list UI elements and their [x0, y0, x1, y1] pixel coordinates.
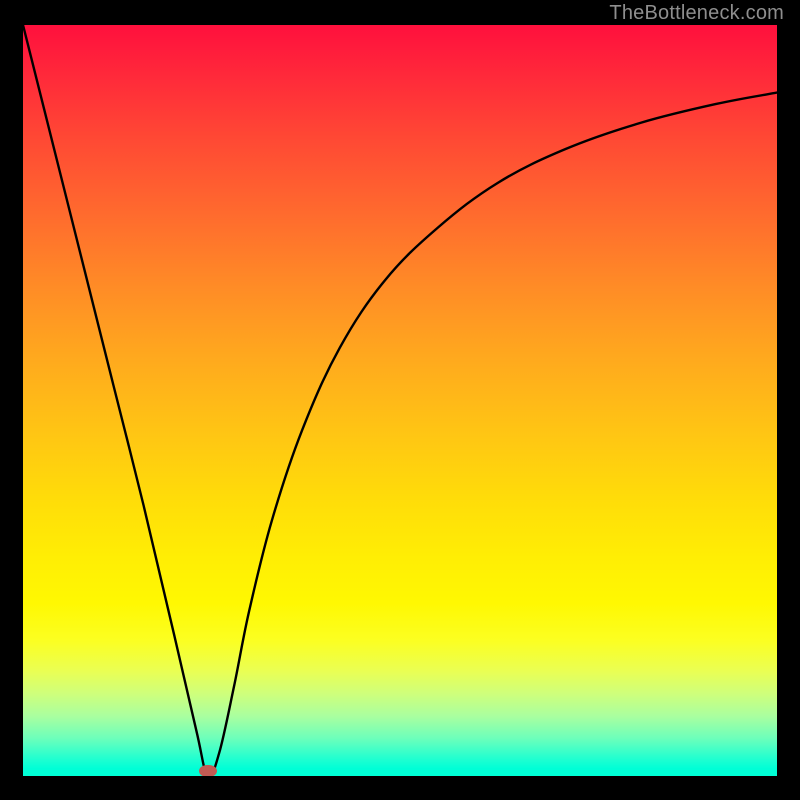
chart-frame: TheBottleneck.com: [0, 0, 800, 800]
curve-path: [23, 25, 777, 776]
watermark-text: TheBottleneck.com: [609, 2, 784, 25]
bottleneck-curve: [23, 25, 777, 776]
plot-area: [23, 25, 777, 776]
minimum-marker: [199, 765, 217, 776]
